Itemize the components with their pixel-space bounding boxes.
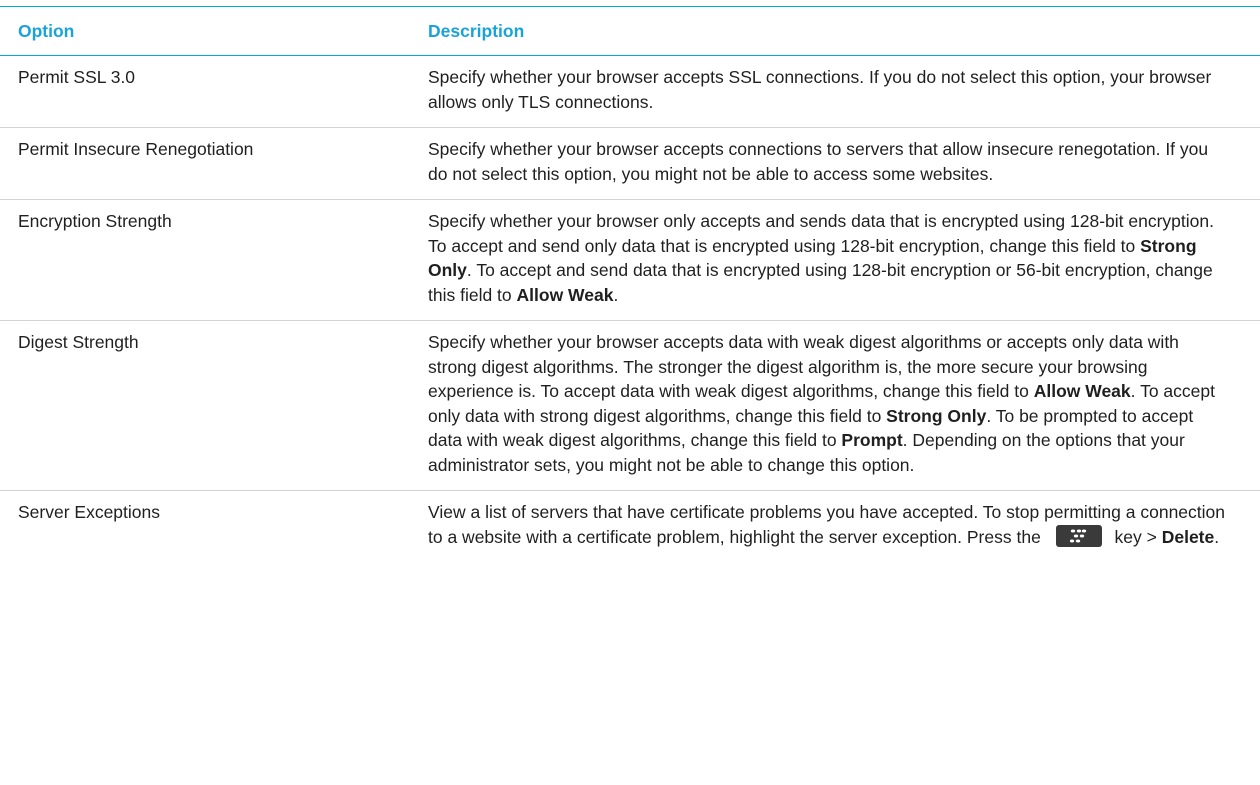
field-value-label: Allow Weak [1033,381,1131,401]
description-text: View a list of servers that have certifi… [428,502,1226,547]
option-description: Specify whether your browser accepts con… [390,137,1240,186]
field-value-label: Allow Weak [516,284,614,305]
option-description: View a list of servers that have certifi… [390,500,1240,549]
header-description: Description [428,20,525,41]
description-text: Specify whether your browser accepts con… [428,139,1209,184]
option-description: Specify whether your browser accepts dat… [390,330,1240,477]
options-table: Option Description Permit SSL 3.0 Specify… [0,6,1260,562]
option-description: Specify whether your browser only accept… [390,209,1240,307]
option-description: Specify whether your browser accepts SSL… [390,65,1240,114]
description-text: Specify whether your browser only accept… [428,211,1214,256]
option-name: Server Exceptions [18,502,161,522]
header-option: Option [18,20,75,41]
table-row: Permit Insecure Renegotiation Specify whe… [0,128,1260,200]
field-value-label: Strong Only [886,405,987,426]
blackberry-menu-key-icon [1055,524,1102,547]
table-row: Permit SSL 3.0 Specify whether your brows… [0,56,1260,128]
option-name: Digest Strength [18,332,139,352]
description-text: . [1214,526,1220,547]
table-body: Permit SSL 3.0 Specify whether your brows… [0,56,1260,562]
option-name: Permit Insecure Renegotiation [18,139,254,159]
field-value-label: Delete [1161,526,1215,547]
description-text: Specify whether your browser accepts SSL… [428,67,1212,112]
option-name: Encryption Strength [18,211,172,231]
field-value-label: Prompt [841,430,903,450]
table-row: Encryption Strength Specify whether your … [0,200,1260,321]
table-row: Server Exceptions View a list of servers … [0,491,1260,562]
table-row: Digest Strength Specify whether your brow… [0,321,1260,491]
description-text: . [613,284,619,305]
description-text: key > [1109,526,1162,547]
option-name: Permit SSL 3.0 [18,67,136,87]
table-header-row: Option Description [0,7,1260,56]
